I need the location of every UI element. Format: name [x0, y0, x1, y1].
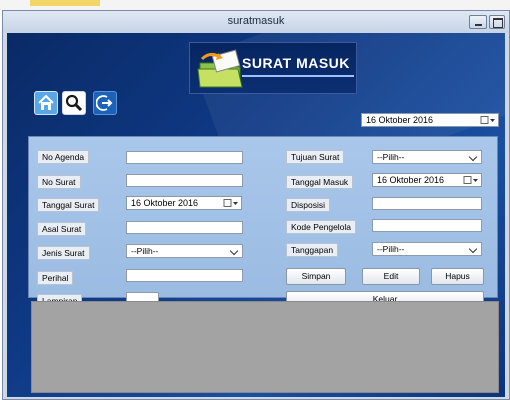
calendar-dropdown-icon[interactable] — [463, 176, 479, 185]
taskbar-highlight — [30, 0, 100, 6]
calendar-dropdown-icon[interactable] — [480, 116, 496, 125]
jenis-surat-label: Jenis Surat — [37, 246, 90, 260]
window-title: suratmasuk — [227, 15, 285, 27]
form-panel: No Agenda No Surat Tanggal Surat 16 Okto… — [28, 136, 498, 308]
tanggal-surat-label: Tanggal Surat — [37, 198, 100, 212]
disposisi-input[interactable] — [372, 197, 482, 210]
data-table-area[interactable] — [31, 301, 499, 393]
chevron-down-icon — [229, 246, 239, 256]
perihal-input[interactable] — [126, 269, 243, 282]
exit-button[interactable] — [93, 91, 117, 115]
perihal-label: Perihal — [37, 271, 74, 285]
tujuan-surat-value: --Pilih-- — [377, 152, 405, 162]
tanggal-masuk-label: Tanggal Masuk — [286, 175, 354, 189]
logo-text: SURAT MASUK — [242, 55, 350, 71]
edit-button[interactable]: Edit — [362, 268, 420, 285]
tujuan-surat-select[interactable]: --Pilih-- — [372, 150, 482, 164]
tanggal-masuk-value: 16 Oktober 2016 — [377, 175, 445, 185]
home-button[interactable] — [34, 91, 58, 115]
chevron-down-icon — [468, 152, 478, 162]
header-date-value: 16 Oktober 2016 — [366, 115, 434, 125]
maximize-button[interactable] — [489, 15, 505, 29]
simpan-button[interactable]: Simpan — [286, 268, 346, 285]
jenis-surat-select[interactable]: --Pilih-- — [126, 244, 243, 258]
tanggapan-label: Tanggapan — [286, 243, 339, 257]
search-button[interactable] — [62, 91, 86, 115]
title-bar: suratmasuk — [3, 11, 509, 33]
calendar-dropdown-icon[interactable] — [223, 199, 239, 208]
tanggal-surat-picker[interactable]: 16 Oktober 2016 — [126, 196, 242, 210]
no-surat-label: No Surat — [37, 175, 81, 189]
jenis-surat-value: --Pilih-- — [131, 246, 159, 256]
folder-mail-icon — [197, 49, 243, 88]
desktop-strip — [0, 0, 510, 10]
asal-surat-label: Asal Surat — [37, 222, 87, 236]
kode-pengelola-input[interactable] — [372, 219, 482, 232]
no-agenda-label: No Agenda — [37, 150, 90, 164]
tanggal-masuk-picker[interactable]: 16 Oktober 2016 — [372, 173, 482, 187]
tujuan-surat-label: Tujuan Surat — [286, 150, 345, 164]
no-surat-input[interactable] — [126, 174, 243, 187]
hapus-button[interactable]: Hapus — [431, 268, 484, 285]
tanggal-surat-value: 16 Oktober 2016 — [131, 198, 199, 208]
minimize-button[interactable] — [469, 15, 487, 29]
disposisi-label: Disposisi — [286, 198, 331, 212]
app-window: suratmasuk SURAT MASUK 16 Oktober 2016 N… — [2, 10, 510, 400]
logo-underline — [242, 75, 354, 77]
main-canvas: SURAT MASUK 16 Oktober 2016 No Agenda No… — [7, 33, 505, 397]
tanggapan-select[interactable]: --Pilih-- — [372, 242, 482, 256]
chevron-down-icon — [468, 244, 478, 254]
asal-surat-input[interactable] — [126, 221, 243, 234]
no-agenda-input[interactable] — [126, 151, 243, 164]
header-date-picker[interactable]: 16 Oktober 2016 — [361, 113, 499, 127]
exit-icon — [96, 95, 113, 111]
search-icon — [65, 94, 83, 112]
app-logo: SURAT MASUK — [189, 42, 357, 94]
kode-pengelola-label: Kode Pengelola — [286, 220, 357, 234]
tanggapan-value: --Pilih-- — [377, 244, 405, 254]
home-icon — [38, 94, 54, 110]
